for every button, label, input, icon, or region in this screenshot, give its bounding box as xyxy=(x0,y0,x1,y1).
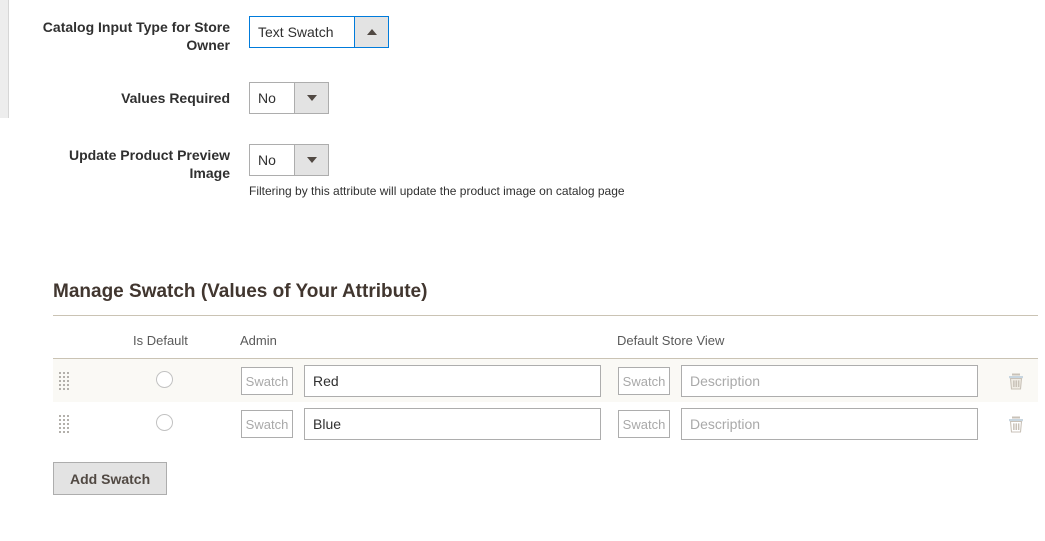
add-swatch-button[interactable]: Add Swatch xyxy=(53,462,168,495)
update-product-preview-image-select[interactable]: No xyxy=(249,144,329,176)
column-header-admin: Admin xyxy=(240,333,277,348)
field-note-update-product-preview-image: Filtering by this attribute will update … xyxy=(249,184,625,198)
field-label-update-product-preview-image: Update Product Preview Image xyxy=(68,147,230,181)
chevron-up-icon[interactable] xyxy=(354,17,388,47)
manage-swatch-title: Manage Swatch (Values of Your Attribute) xyxy=(53,281,428,302)
trash-icon xyxy=(1009,416,1023,433)
admin-value-input[interactable] xyxy=(304,408,601,440)
is-default-radio[interactable] xyxy=(156,371,173,388)
delete-swatch-button[interactable] xyxy=(1003,368,1029,394)
column-header-default-store-view: Default Store View xyxy=(617,333,725,348)
field-control-update-product-preview-image: No xyxy=(249,144,329,176)
field-control-values-required: No xyxy=(249,82,329,114)
column-header-is-default: Is Default xyxy=(133,333,188,348)
drag-handle-icon[interactable] xyxy=(59,415,70,433)
table-row: Swatch Swatch xyxy=(53,402,1038,445)
fieldset-left-rule xyxy=(0,0,9,118)
store-view-description-input[interactable] xyxy=(681,408,978,440)
admin-swatch-picker[interactable]: Swatch xyxy=(241,410,293,438)
field-control-catalog-input-type: Text Swatch xyxy=(249,16,389,48)
store-view-swatch-picker[interactable]: Swatch xyxy=(618,410,670,438)
delete-swatch-button[interactable] xyxy=(1003,411,1029,437)
table-row: Swatch Swatch xyxy=(53,359,1038,402)
update-product-preview-image-selected-value: No xyxy=(258,152,276,168)
swatch-table: Is Default Admin Default Store View Swat… xyxy=(53,325,1038,445)
swatch-table-header: Is Default Admin Default Store View xyxy=(53,325,1038,359)
section-divider xyxy=(53,315,1038,316)
chevron-down-icon[interactable] xyxy=(294,145,328,175)
catalog-input-type-selected-value: Text Swatch xyxy=(258,24,334,40)
trash-icon xyxy=(1009,373,1023,390)
values-required-select[interactable]: No xyxy=(249,82,329,114)
catalog-input-type-select[interactable]: Text Swatch xyxy=(249,16,389,48)
field-label-values-required: Values Required xyxy=(121,90,230,106)
admin-swatch-picker[interactable]: Swatch xyxy=(241,367,293,395)
admin-value-input[interactable] xyxy=(304,365,601,397)
drag-handle-icon[interactable] xyxy=(59,372,70,390)
values-required-selected-value: No xyxy=(258,90,276,106)
store-view-description-input[interactable] xyxy=(681,365,978,397)
is-default-radio[interactable] xyxy=(156,414,173,431)
store-view-swatch-picker[interactable]: Swatch xyxy=(618,367,670,395)
field-label-catalog-input-type: Catalog Input Type for Store Owner xyxy=(42,19,230,53)
chevron-down-icon[interactable] xyxy=(294,83,328,113)
